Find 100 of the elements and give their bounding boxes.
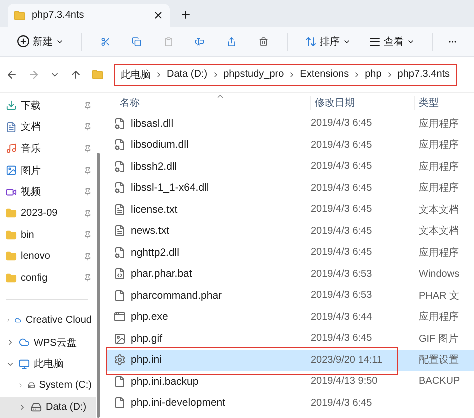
file-date: 2019/4/3 6:45 <box>310 182 374 194</box>
chevron-icon[interactable] <box>18 402 27 412</box>
chevron-icon[interactable] <box>6 338 15 348</box>
column-header[interactable]: 类型 <box>414 96 474 110</box>
share-icon[interactable] <box>226 34 236 48</box>
file-type: 配置设置 <box>418 354 460 368</box>
lines-icon <box>368 36 381 48</box>
file-date: 2019/4/3 6:53 <box>310 290 374 302</box>
file-name: license.txt <box>131 204 178 216</box>
image-icon <box>6 165 17 176</box>
sidebar-item[interactable]: config <box>0 268 96 290</box>
sidebar-item[interactable]: Data (D:) <box>0 396 96 418</box>
new-button[interactable]: 新建 <box>10 30 71 54</box>
sidebar-item[interactable]: 图片 <box>0 160 96 182</box>
file-name: libssh2.dll <box>131 160 178 173</box>
file-name: libssl-1_1-x64.dll <box>131 182 210 194</box>
file-name: php.gif <box>131 332 163 345</box>
file-name: libsasl.dll <box>131 118 174 130</box>
file-row[interactable]: nghttp2.dll 2019/4/3 6:45 应用程序 <box>106 242 474 264</box>
file-row[interactable]: phar.phar.bat 2019/4/3 6:53 Windows <box>106 264 474 285</box>
cloud-icon <box>19 337 30 348</box>
file-row[interactable]: news.txt 2019/4/3 6:45 文本文档 <box>106 220 474 242</box>
video-icon <box>6 186 17 198</box>
sort-button[interactable]: 排序 <box>298 30 358 54</box>
file-name: php.ini-development <box>131 397 226 410</box>
pin-icon <box>84 144 92 153</box>
file-row[interactable]: license.txt 2019/4/3 6:45 文本文档 <box>106 199 474 220</box>
folder-icon <box>6 272 17 284</box>
file-date: 2019/4/3 6:45 <box>310 140 374 151</box>
sidebar-item[interactable]: System (C:) <box>0 374 96 397</box>
music-icon <box>6 143 17 154</box>
folder-icon <box>92 68 104 80</box>
copy-icon[interactable] <box>132 34 142 48</box>
sidebar-item[interactable]: Creative Cloud <box>0 310 96 332</box>
sidebar-item[interactable]: 文档 <box>0 116 96 138</box>
file-row[interactable]: libsasl.dll 2019/4/3 6:45 应用程序 <box>106 113 474 134</box>
file-type: GIF 图片 <box>418 332 460 346</box>
column-header[interactable]: 名称 <box>106 96 310 110</box>
file-type: 应用程序 <box>418 310 460 324</box>
file-date: 2023/9/20 14:11 <box>310 354 384 366</box>
folder-icon <box>14 10 26 22</box>
folder-icon <box>6 208 17 220</box>
file-date: 2019/4/3 6:44 <box>310 312 374 323</box>
breadcrumb-item[interactable]: phpstudy_pro <box>224 69 284 80</box>
file-type: 应用程序 <box>418 182 460 196</box>
breadcrumb-item[interactable]: php <box>365 69 382 80</box>
file-name: nghttp2.dll <box>131 246 180 259</box>
file-type: 文本文档 <box>418 224 460 238</box>
close-icon[interactable] <box>153 10 164 21</box>
sort-arrows-icon <box>304 36 317 48</box>
sidebar-item[interactable]: lenovo <box>0 246 96 268</box>
file-row[interactable]: libsodium.dll 2019/4/3 6:45 应用程序 <box>106 134 474 156</box>
file-date: 2019/4/3 6:53 <box>310 268 374 280</box>
file-row[interactable]: php.ini.backup 2019/4/13 9:50 BACKUP <box>106 371 474 392</box>
folder-icon <box>6 230 17 241</box>
scrollbar-thumb[interactable] <box>96 153 100 418</box>
breadcrumb-item[interactable]: Extensions <box>300 69 350 80</box>
back-icon[interactable] <box>6 68 18 80</box>
sort-icon <box>216 92 225 101</box>
folder-icon <box>6 251 17 262</box>
pin-icon <box>84 274 92 282</box>
monitor-icon <box>19 358 30 370</box>
file-date: 2019/4/3 6:45 <box>310 333 374 344</box>
sidebar-item[interactable]: 音乐 <box>0 138 96 160</box>
sidebar-item[interactable]: WPS云盘 <box>0 332 96 354</box>
file-row[interactable]: php.exe 2019/4/3 6:44 应用程序 <box>106 306 474 328</box>
new-tab-icon[interactable] <box>180 9 192 21</box>
document-icon <box>6 122 17 133</box>
separator-icon <box>155 70 163 78</box>
file-date: 2019/4/3 6:45 <box>310 204 374 216</box>
sidebar-item[interactable]: 2023-09 <box>0 202 96 224</box>
drive-icon <box>31 402 42 413</box>
breadcrumb-item[interactable]: 此电脑 <box>121 68 151 82</box>
file-type: 应用程序 <box>418 138 460 152</box>
file-name: php.ini <box>131 354 162 366</box>
pin-icon <box>84 231 92 240</box>
up-icon[interactable] <box>70 68 82 80</box>
file-row[interactable]: libssh2.dll 2019/4/3 6:45 应用程序 <box>106 156 474 178</box>
sidebar-item[interactable]: 下载 <box>0 95 96 117</box>
file-name: php.ini.backup <box>131 376 199 388</box>
file-row[interactable]: libssl-1_1-x64.dll 2019/4/3 6:45 应用程序 <box>106 178 474 199</box>
file-date: 2019/4/3 6:45 <box>310 226 374 237</box>
column-header[interactable]: 修改日期 <box>310 96 414 110</box>
file-type: 应用程序 <box>418 246 460 260</box>
chevron-icon[interactable] <box>18 381 24 390</box>
breadcrumb-item[interactable]: Data (D:) <box>167 69 208 80</box>
file-row[interactable]: php.gif 2019/4/3 6:45 GIF 图片 <box>106 328 474 350</box>
file-date: 2019/4/3 6:45 <box>310 161 374 172</box>
breadcrumb-item[interactable]: php7.3.4nts <box>398 69 450 80</box>
sidebar-item[interactable]: 此电脑 <box>0 353 96 375</box>
view-button[interactable]: 查看 <box>362 30 422 54</box>
forward-icon[interactable] <box>28 68 40 80</box>
file-type: 应用程序 <box>418 118 460 131</box>
sidebar-item[interactable]: bin <box>0 224 96 246</box>
file-row[interactable]: pharcommand.phar 2019/4/3 6:53 PHAR 文 <box>106 285 474 306</box>
sidebar-item[interactable]: 视频 <box>0 181 96 203</box>
file-row[interactable]: php.ini-development 2019/4/3 6:45 <box>106 392 474 414</box>
file-date: 2019/4/13 9:50 <box>310 376 379 388</box>
folder-tab[interactable]: php7.3.4nts <box>8 4 170 27</box>
delete-icon[interactable] <box>258 34 268 48</box>
